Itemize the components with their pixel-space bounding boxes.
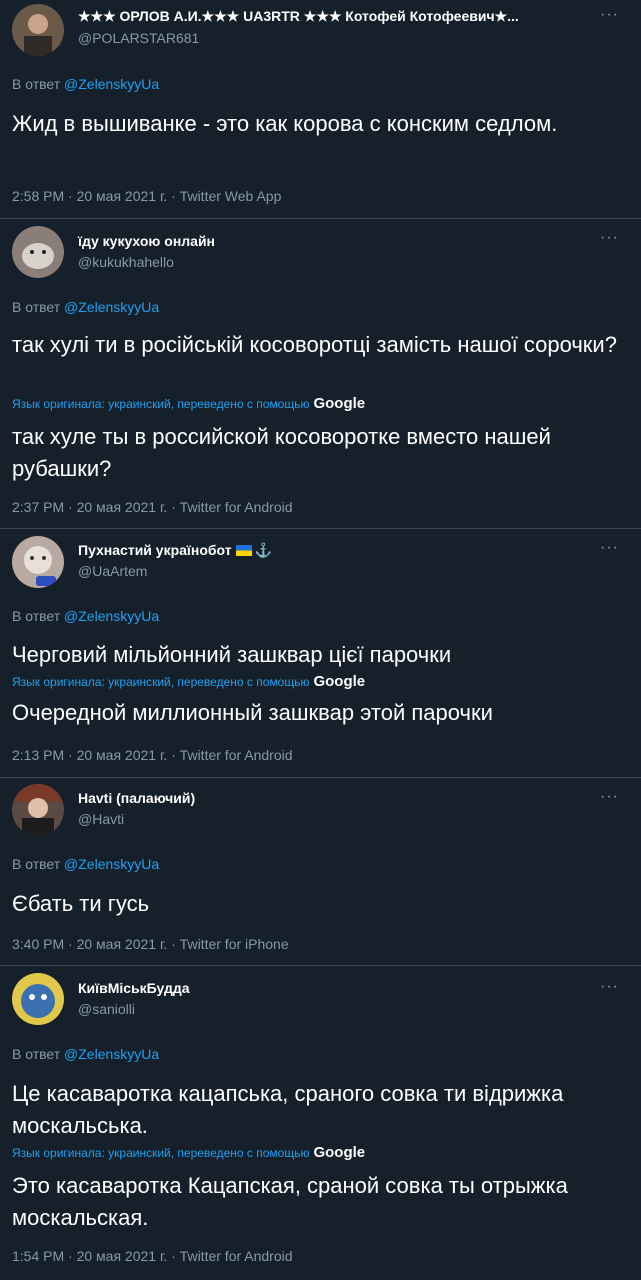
tweet-text: так хулі ти в російській косоворотці зам… — [12, 332, 617, 357]
translation-label: Язык оригинала: украинский, переведено с… — [12, 1146, 310, 1160]
avatar-image — [12, 784, 64, 836]
translation-notice[interactable]: Язык оригинала: украинский, переведено с… — [12, 395, 365, 412]
avatar[interactable] — [12, 973, 64, 1025]
reply-prefix: В ответ — [12, 856, 61, 872]
reply-context: В ответ @ZelenskyyUa — [12, 1046, 159, 1062]
tweet-text: Жид в вышиванке - это как корова с конск… — [12, 111, 558, 136]
translation-label: Язык оригинала: украинский, переведено с… — [12, 397, 310, 411]
tweet[interactable]: їду кукухою онлайн @kukukhahello ··· В о… — [0, 219, 641, 528]
translation-notice[interactable]: Язык оригинала: украинский, переведено с… — [12, 1144, 365, 1161]
reply-context: В ответ @ZelenskyyUa — [12, 608, 159, 624]
tweet[interactable]: Havti (палаючий) @Havti ··· В ответ @Zel… — [0, 778, 641, 965]
more-options-icon[interactable]: ··· — [600, 978, 619, 996]
reply-prefix: В ответ — [12, 299, 61, 315]
user-handle[interactable]: @kukukhahello — [78, 254, 174, 270]
google-logo: Google — [313, 673, 366, 690]
user-handle[interactable]: @UaArtem — [78, 563, 147, 579]
tweet-meta[interactable]: 3:40 PM · 20 мая 2021 г. · Twitter for i… — [12, 936, 289, 952]
display-name[interactable]: ★★★ ОРЛОВ А.И.★★★ UA3RTR ★★★ Котофей Кот… — [78, 8, 519, 25]
display-name[interactable]: Пухнастий українобот ⚓ — [78, 542, 272, 559]
reply-prefix: В ответ — [12, 1046, 61, 1062]
display-name[interactable]: Havti (палаючий) — [78, 790, 195, 806]
reply-context: В ответ @ZelenskyyUa — [12, 856, 159, 872]
translation-notice[interactable]: Язык оригинала: украинский, переведено с… — [12, 673, 365, 690]
avatar-image — [12, 536, 64, 588]
user-handle[interactable]: @POLARSTAR681 — [78, 30, 199, 46]
tweet[interactable]: КиївМіськБудда @saniolli ··· В ответ @Ze… — [0, 966, 641, 1280]
tweet-meta[interactable]: 2:37 PM · 20 мая 2021 г. · Twitter for A… — [12, 499, 293, 515]
avatar-image — [12, 973, 64, 1025]
tweet-text: Єбать ти гусь — [12, 891, 150, 916]
display-name-text: Пухнастий українобот — [78, 542, 232, 558]
anchor-icon: ⚓ — [254, 542, 273, 558]
google-logo: Google — [313, 1144, 366, 1161]
more-options-icon[interactable]: ··· — [600, 539, 619, 557]
reply-prefix: В ответ — [12, 76, 61, 92]
user-handle[interactable]: @Havti — [78, 811, 124, 827]
avatar[interactable] — [12, 4, 64, 56]
mention-link[interactable]: @ZelenskyyUa — [64, 856, 159, 872]
mention-link[interactable]: @ZelenskyyUa — [64, 76, 159, 92]
avatar-image — [12, 4, 64, 56]
translated-text: так хуле ты в российской косоворотке вме… — [12, 424, 551, 481]
display-name[interactable]: їду кукухою онлайн — [78, 233, 215, 249]
tweet-meta[interactable]: 1:54 PM · 20 мая 2021 г. · Twitter for A… — [12, 1248, 293, 1264]
translated-text: Очередной миллионный зашквар этой парочк… — [12, 700, 493, 725]
more-options-icon[interactable]: ··· — [600, 788, 619, 806]
tweet-text: Черговий мільйонний зашквар цієї парочки — [12, 642, 452, 667]
translation-label: Язык оригинала: украинский, переведено с… — [12, 675, 310, 689]
mention-link[interactable]: @ZelenskyyUa — [64, 608, 159, 624]
display-name[interactable]: КиївМіськБудда — [78, 980, 190, 996]
ukraine-flag-icon — [235, 545, 252, 556]
tweet-meta[interactable]: 2:58 PM · 20 мая 2021 г. · Twitter Web A… — [12, 188, 281, 204]
avatar[interactable] — [12, 536, 64, 588]
reply-prefix: В ответ — [12, 608, 61, 624]
avatar[interactable] — [12, 226, 64, 278]
more-options-icon[interactable]: ··· — [600, 6, 619, 24]
tweet[interactable]: Пухнастий українобот ⚓ @UaArtem ··· В отв… — [0, 529, 641, 777]
user-handle[interactable]: @saniolli — [78, 1001, 135, 1017]
more-options-icon[interactable]: ··· — [600, 229, 619, 247]
tweet-meta[interactable]: 2:13 PM · 20 мая 2021 г. · Twitter for A… — [12, 747, 293, 763]
mention-link[interactable]: @ZelenskyyUa — [64, 299, 159, 315]
mention-link[interactable]: @ZelenskyyUa — [64, 1046, 159, 1062]
translated-text: Это касаваротка Кацапская, сраной совка … — [12, 1173, 568, 1230]
avatar-image — [12, 226, 64, 278]
tweet[interactable]: ★★★ ОРЛОВ А.И.★★★ UA3RTR ★★★ Котофей Кот… — [0, 0, 641, 218]
tweet-text: Це касаваротка кацапська, сраного совка … — [12, 1081, 564, 1138]
google-logo: Google — [313, 395, 366, 412]
reply-context: В ответ @ZelenskyyUa — [12, 76, 159, 92]
reply-context: В ответ @ZelenskyyUa — [12, 299, 159, 315]
avatar[interactable] — [12, 784, 64, 836]
